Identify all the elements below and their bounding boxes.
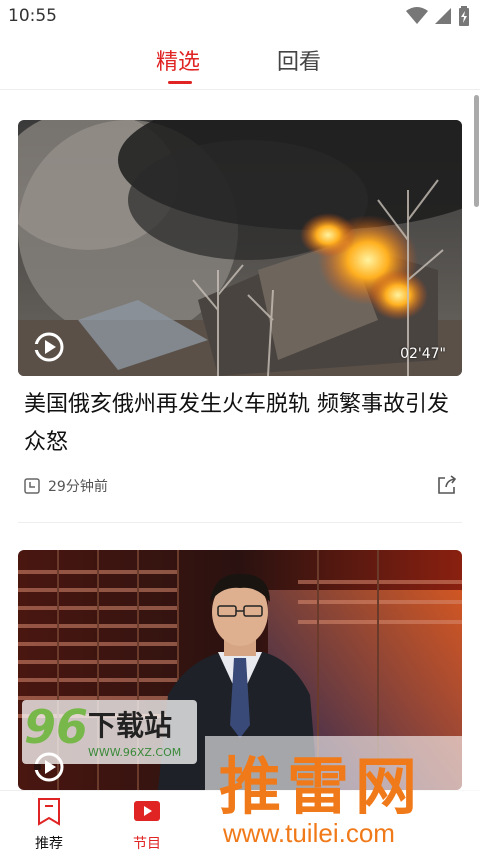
video-time-ago: 29分钟前 xyxy=(48,479,108,495)
status-time: 10:55 xyxy=(8,6,57,26)
tv-play-icon xyxy=(134,801,160,821)
clock-icon xyxy=(24,478,40,494)
video-meta: 29分钟前 xyxy=(24,476,108,496)
watermark-96-url: WWW.96XZ.COM xyxy=(88,746,182,759)
tab-featured[interactable]: 精选 xyxy=(156,44,200,76)
train-fire-image xyxy=(18,120,462,376)
nav-item-programs[interactable]: 节目 xyxy=(117,797,177,853)
signal-icon xyxy=(435,8,451,24)
active-tab-indicator xyxy=(168,81,192,84)
watermark-tuilei: 推雷网 www.tuilei.com xyxy=(205,736,480,854)
battery-charging-icon xyxy=(459,6,469,26)
video-card[interactable]: 02'47" 美国俄亥俄州再发生火车脱轨 频繁事故引发众怒 29分钟前 xyxy=(18,120,462,524)
play-icon[interactable] xyxy=(34,332,64,362)
status-icons xyxy=(406,6,470,26)
share-icon[interactable] xyxy=(436,474,458,496)
bookmark-icon xyxy=(38,798,60,826)
wifi-icon xyxy=(406,7,428,24)
top-tab-bar: 精选 回看 xyxy=(0,32,480,90)
card-divider xyxy=(18,522,462,523)
video-title[interactable]: 美国俄亥俄州再发生火车脱轨 频繁事故引发众怒 xyxy=(24,386,454,462)
scrollbar-thumb[interactable] xyxy=(474,95,479,207)
watermark-tuilei-text: 推雷网 xyxy=(219,750,424,823)
tab-replay[interactable]: 回看 xyxy=(277,44,321,76)
video-duration: 02'47" xyxy=(400,346,446,362)
watermark-96-number: 96 xyxy=(24,700,89,754)
watermark-96-text: 下载站 xyxy=(88,709,173,742)
nav-label-recommend: 推荐 xyxy=(35,836,63,852)
video-thumbnail[interactable]: 02'47" xyxy=(18,120,462,376)
watermark-tuilei-url: www.tuilei.com xyxy=(223,818,395,848)
watermark-96xz: 96 下载站 WWW.96XZ.COM xyxy=(22,700,197,764)
nav-label-programs: 节目 xyxy=(133,836,161,852)
status-bar: 10:55 xyxy=(0,0,480,32)
nav-item-recommend[interactable]: 推荐 xyxy=(19,797,79,853)
